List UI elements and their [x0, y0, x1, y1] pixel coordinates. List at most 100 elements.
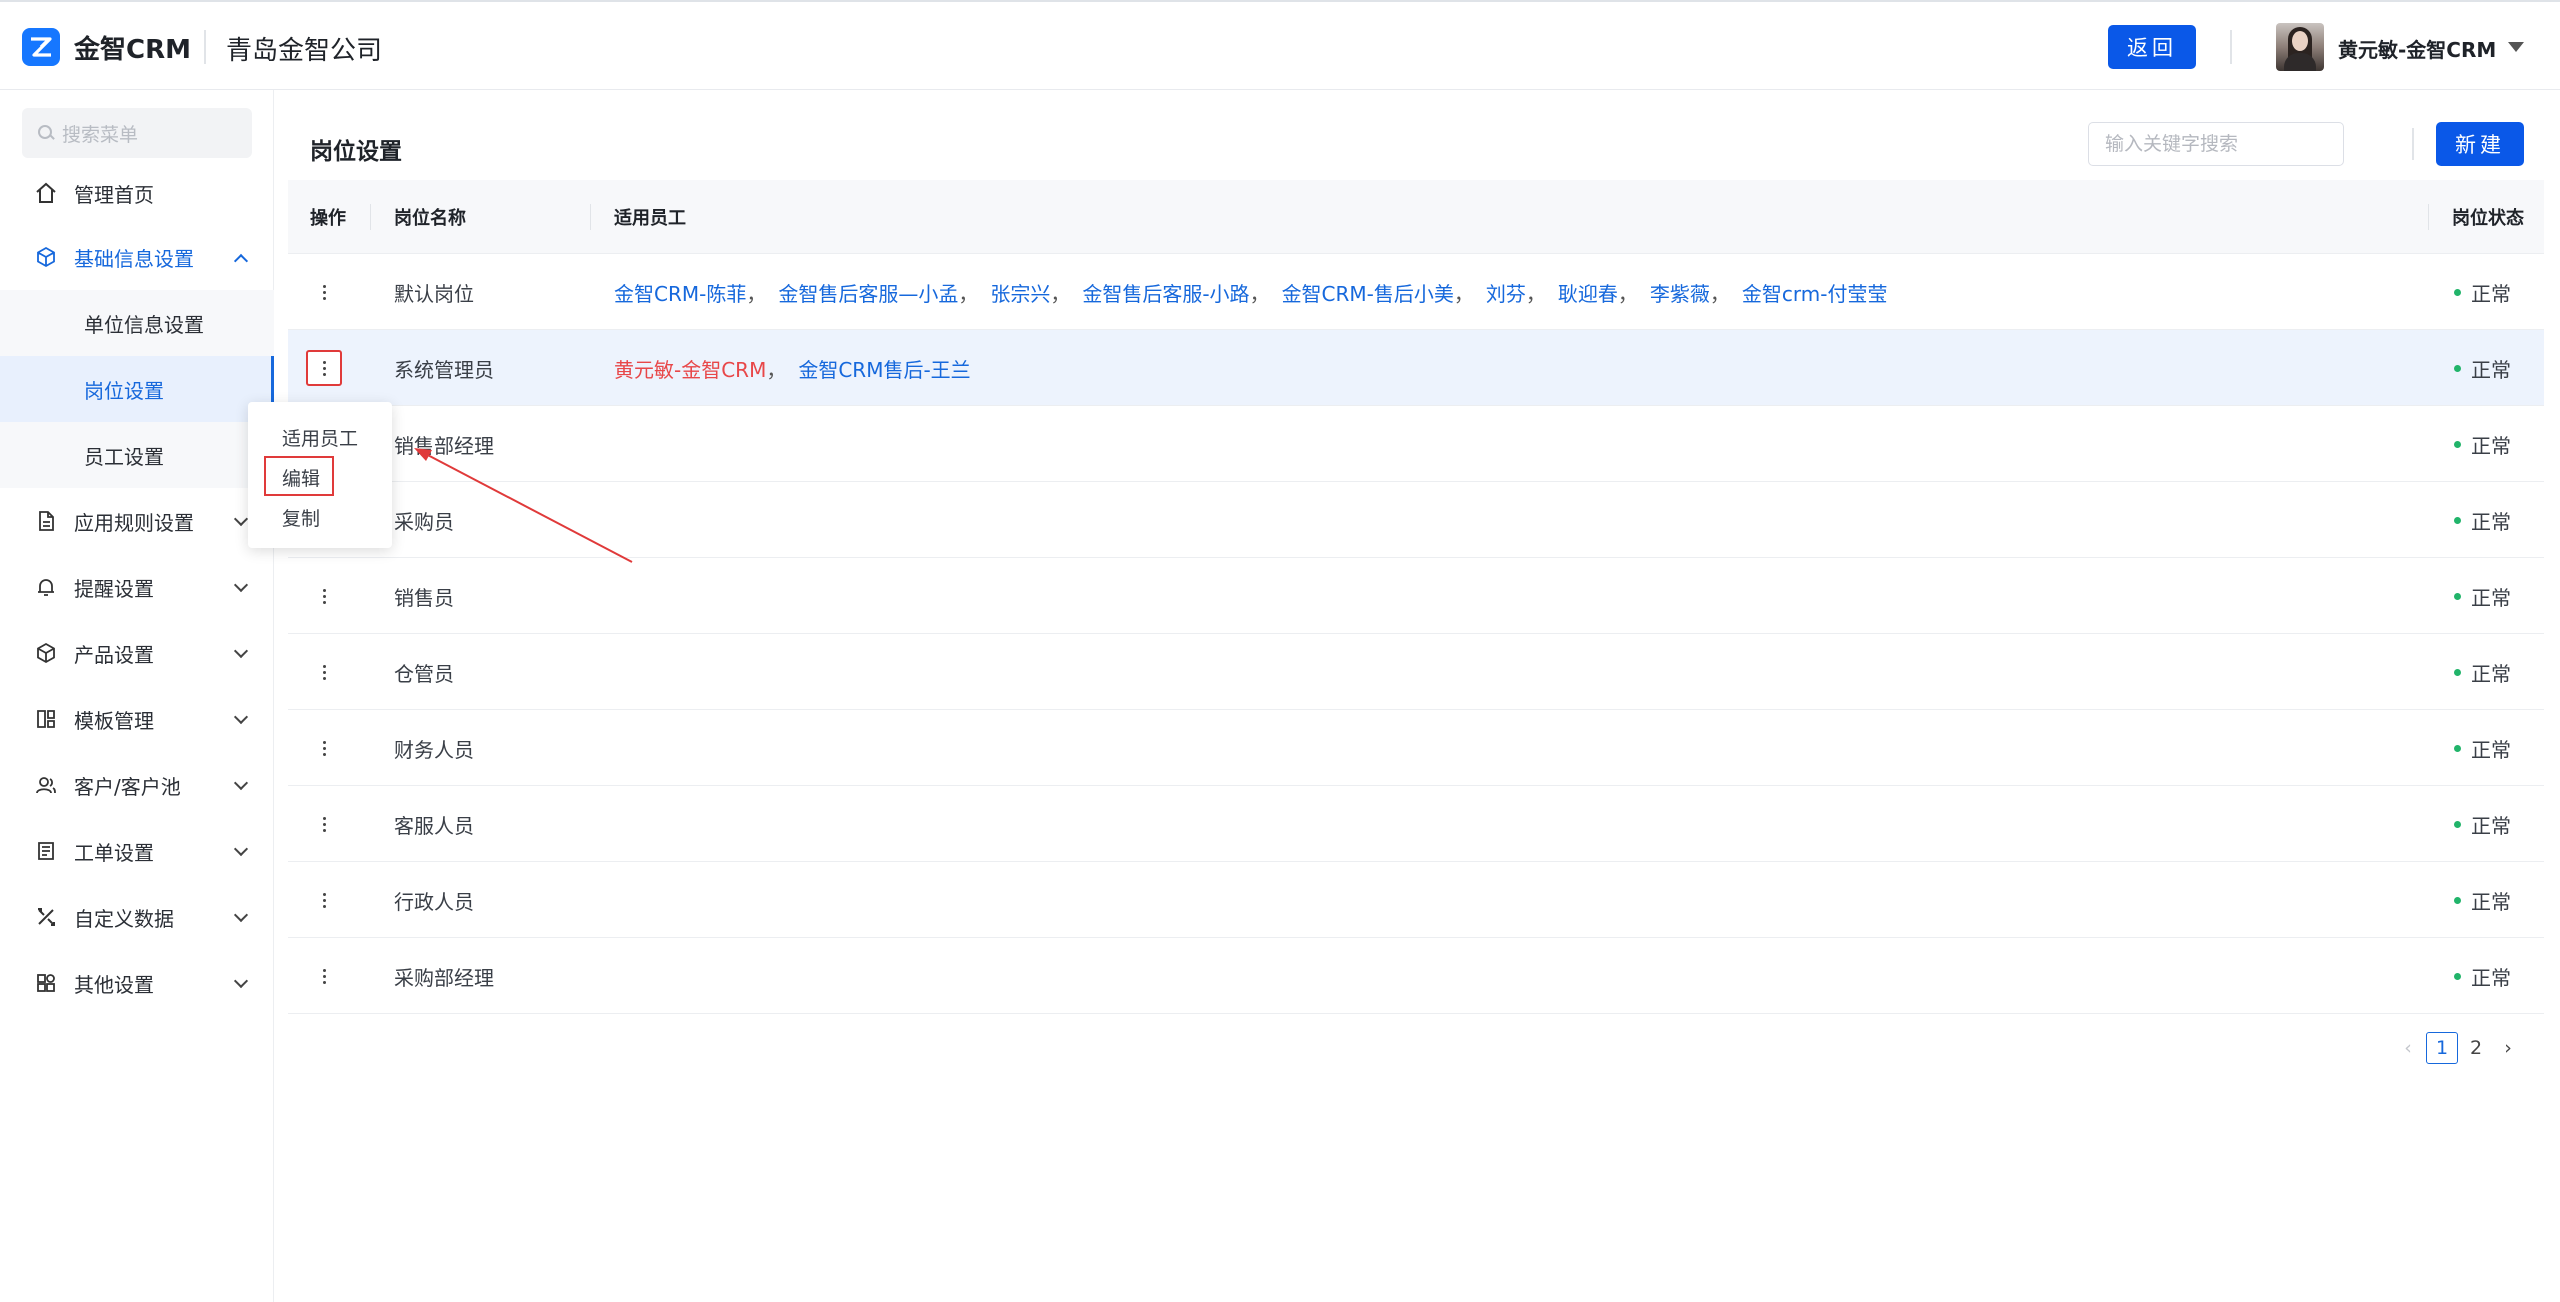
column-header-name: 岗位名称 [394, 208, 466, 229]
employee-link[interactable]: 金智CRM-陈菲 [614, 278, 746, 307]
status-dot-icon [2454, 364, 2461, 372]
status-dot-icon [2454, 668, 2461, 676]
sidebar-item-label: 提醒设置 [74, 576, 154, 601]
menu-search-placeholder: 搜索菜单 [62, 123, 139, 146]
sidebar-item-home[interactable]: 管理首页 [0, 160, 274, 226]
more-actions-icon[interactable] [306, 578, 342, 614]
sidebar-item-label: 产品设置 [74, 642, 154, 667]
status-badge: 正常 [2454, 786, 2511, 862]
table-row: 销售员 正常 [288, 558, 2544, 634]
sidebar-item-customers[interactable]: 客户/客户池 [0, 752, 274, 818]
employee-link[interactable]: 金智售后客服-小路 [1082, 278, 1249, 307]
status-text: 正常 [2471, 585, 2511, 610]
sidebar-item-basic-info[interactable]: 基础信息设置 [0, 224, 274, 290]
status-dot-icon [2454, 516, 2461, 524]
status-badge: 正常 [2454, 938, 2511, 1014]
annotation-box [264, 456, 334, 496]
header-divider [2230, 30, 2232, 64]
sidebar-item-label: 基础信息设置 [74, 246, 194, 271]
position-name: 采购员 [394, 509, 454, 534]
pagination-page-1[interactable]: 1 [2426, 1032, 2458, 1064]
status-dot-icon [2454, 744, 2461, 752]
employee-list: 黄元敏-金智CRM， 金智CRM售后-王兰 [614, 330, 971, 406]
chevron-down-icon [233, 577, 249, 593]
status-text: 正常 [2471, 433, 2511, 458]
more-actions-icon[interactable] [306, 350, 342, 386]
more-actions-icon[interactable] [306, 730, 342, 766]
top-header: 金智CRM 青岛金智公司 返回 黄元敏-金智CRM [0, 0, 2560, 90]
sidebar-item-templates[interactable]: 模板管理 [0, 686, 274, 752]
employee-link[interactable]: 金智crm-付莹莹 [1742, 278, 1888, 307]
chevron-down-icon [233, 841, 249, 857]
sidebar-subitem-employee[interactable]: 员工设置 [0, 422, 274, 488]
employee-link[interactable]: 金智CRM-售后小美 [1282, 278, 1454, 307]
sidebar-item-label: 工单设置 [74, 840, 154, 865]
status-dot-icon [2454, 440, 2461, 448]
sidebar-subitem-unit-info[interactable]: 单位信息设置 [0, 290, 274, 356]
more-actions-icon[interactable] [306, 882, 342, 918]
apps-icon [34, 971, 58, 995]
position-name: 默认岗位 [394, 281, 474, 306]
user-name[interactable]: 黄元敏-金智CRM [2338, 34, 2496, 63]
employee-list: 金智CRM-陈菲，金智售后客服—小孟，张宗兴，金智售后客服-小路，金智CRM-售… [614, 254, 1887, 330]
sidebar-item-other[interactable]: 其他设置 [0, 950, 274, 1016]
employee-link[interactable]: 刘芬 [1486, 278, 1526, 307]
pagination-next[interactable]: › [2496, 1032, 2520, 1064]
status-dot-icon [2454, 592, 2461, 600]
chevron-down-icon [233, 709, 249, 725]
status-badge: 正常 [2454, 710, 2511, 786]
table-header: 操作 岗位名称 适用员工 岗位状态 [288, 180, 2544, 254]
keyword-search-input[interactable] [2089, 123, 2343, 165]
status-badge: 正常 [2454, 482, 2511, 558]
employee-separator: ， [746, 281, 767, 306]
employee-link[interactable]: 金智售后客服—小孟 [778, 278, 958, 307]
more-actions-icon[interactable] [306, 654, 342, 690]
sidebar-item-reminders[interactable]: 提醒设置 [0, 554, 274, 620]
back-button[interactable]: 返回 [2108, 25, 2196, 69]
new-button[interactable]: 新建 [2436, 122, 2524, 166]
sidebar-item-label: 自定义数据 [74, 906, 174, 931]
menu-search-input[interactable]: 搜索菜单 [22, 108, 252, 158]
employee-link[interactable]: 耿迎春 [1558, 278, 1618, 307]
avatar[interactable] [2276, 23, 2324, 71]
toolbar-divider [2412, 128, 2414, 160]
position-name: 系统管理员 [394, 357, 494, 382]
employee-link[interactable]: 张宗兴 [990, 278, 1050, 307]
pagination-prev[interactable]: ‹ [2396, 1032, 2420, 1064]
position-name: 客服人员 [394, 813, 474, 838]
more-actions-icon[interactable] [306, 274, 342, 310]
sidebar-item-label: 管理首页 [74, 182, 154, 207]
more-actions-icon[interactable] [306, 958, 342, 994]
status-badge: 正常 [2454, 254, 2511, 330]
employee-link[interactable]: 李紫薇 [1650, 278, 1710, 307]
home-icon [34, 181, 58, 205]
pagination-page-2[interactable]: 2 [2462, 1032, 2490, 1064]
sidebar-item-products[interactable]: 产品设置 [0, 620, 274, 686]
table-row: 默认岗位 金智CRM-陈菲，金智售后客服—小孟，张宗兴，金智售后客服-小路，金智C… [288, 254, 2544, 330]
table-row: 系统管理员 黄元敏-金智CRM， 金智CRM售后-王兰 正常 [288, 330, 2544, 406]
position-name: 财务人员 [394, 737, 474, 762]
employee-link[interactable]: 黄元敏-金智CRM [614, 354, 766, 383]
keyword-search [2088, 122, 2344, 166]
sidebar-item-app-rules[interactable]: 应用规则设置 [0, 488, 274, 554]
status-text: 正常 [2471, 813, 2511, 838]
document-icon [34, 509, 58, 533]
caret-down-icon[interactable] [2508, 42, 2524, 52]
sidebar-item-custom-data[interactable]: 自定义数据 [0, 884, 274, 950]
more-actions-icon[interactable] [306, 806, 342, 842]
position-name: 销售员 [394, 585, 454, 610]
ticket-icon [34, 839, 58, 863]
company-name: 青岛金智公司 [226, 36, 383, 66]
status-text: 正常 [2471, 509, 2511, 534]
employee-link[interactable]: 金智CRM售后-王兰 [798, 354, 970, 383]
chevron-down-icon [233, 511, 249, 527]
menu-item-copy[interactable]: 复制 [282, 504, 320, 531]
sidebar-subitem-position[interactable]: 岗位设置 [0, 356, 274, 422]
status-badge: 正常 [2454, 862, 2511, 938]
chevron-down-icon [233, 775, 249, 791]
menu-item-employees[interactable]: 适用员工 [282, 424, 358, 451]
column-header-op: 操作 [310, 208, 346, 229]
logo-text: 金智CRM [74, 35, 191, 65]
table-row: 采购员 正常 [288, 482, 2544, 558]
sidebar-item-tickets[interactable]: 工单设置 [0, 818, 274, 884]
